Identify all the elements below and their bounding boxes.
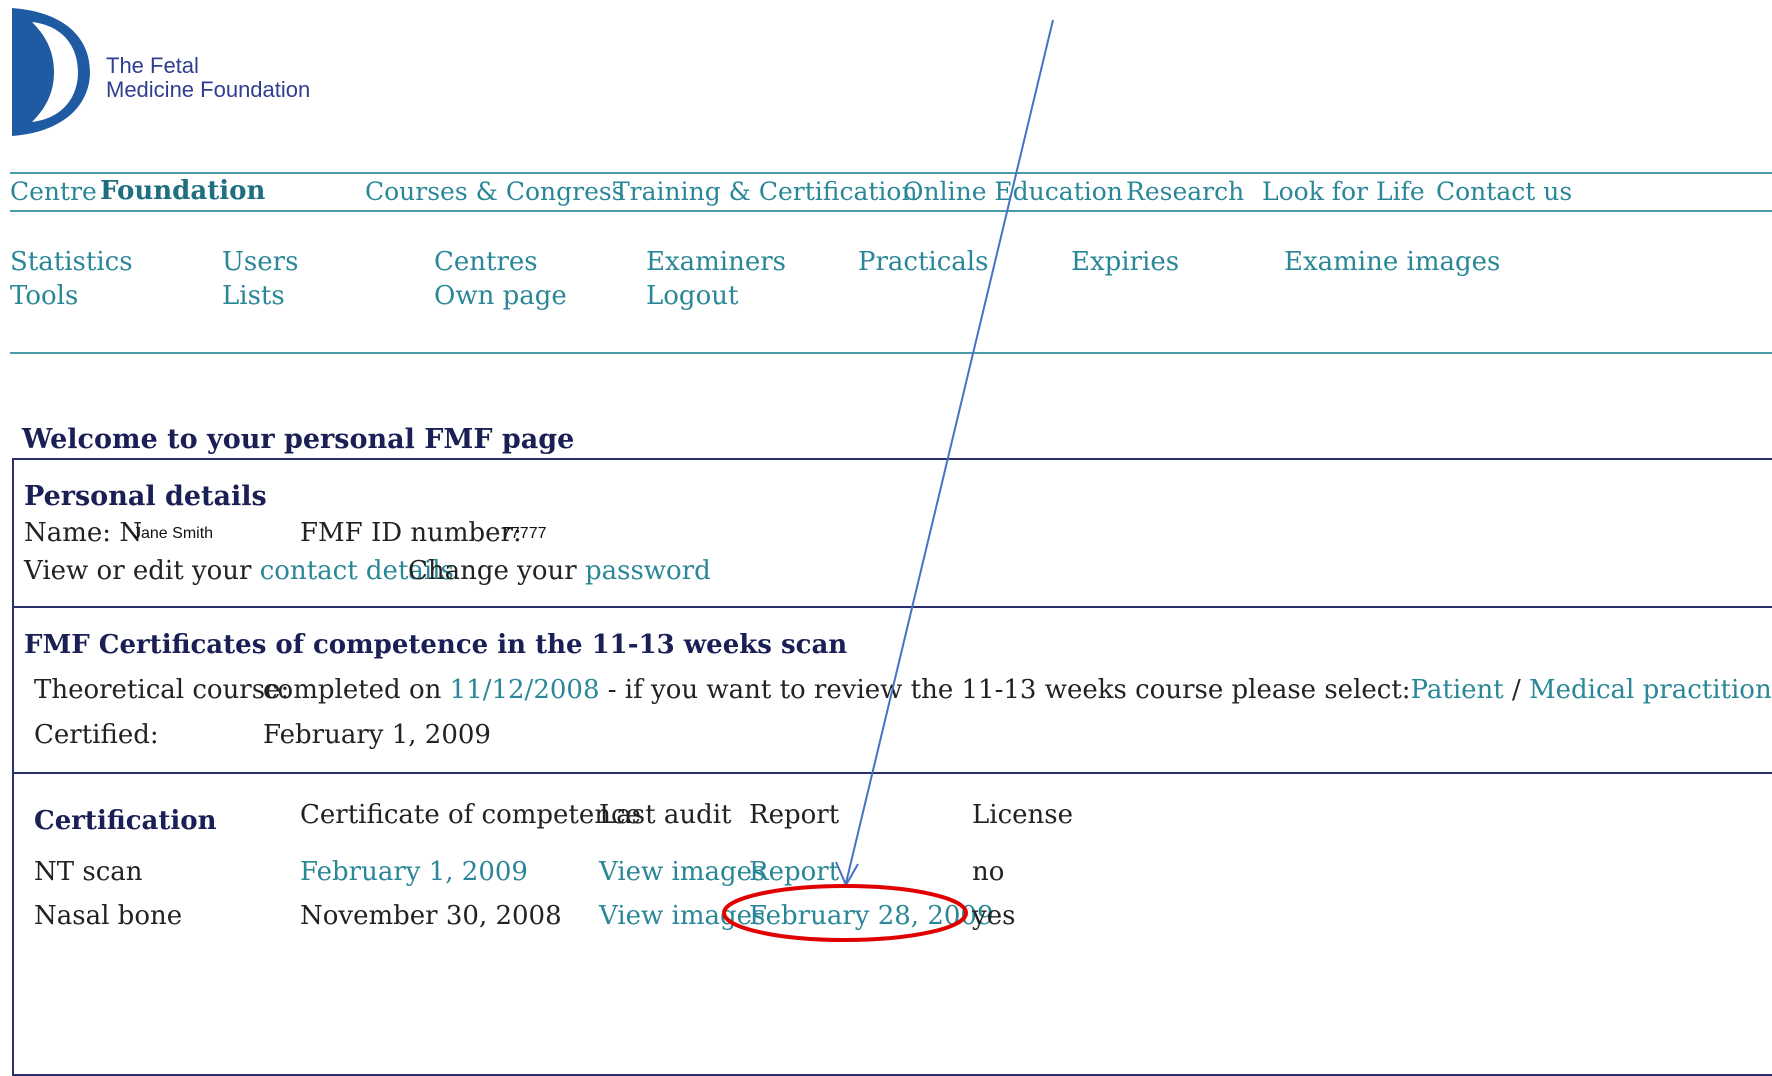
- certified-date: February 1, 2009: [263, 720, 491, 750]
- row-nt-scan-certificate-link[interactable]: February 1, 2009: [300, 857, 528, 887]
- completed-date-link[interactable]: 11/12/2008: [450, 675, 600, 705]
- nav-contact-us[interactable]: Contact us: [1436, 177, 1572, 206]
- personal-details-heading: Personal details: [24, 481, 267, 512]
- certificates-heading: FMF Certificates of competence in the 11…: [24, 630, 848, 660]
- fmf-logo-mark: [12, 8, 90, 136]
- change-text: Change your: [408, 556, 577, 586]
- row-nt-scan-report-link[interactable]: Report: [749, 857, 839, 887]
- subnav-tools[interactable]: Tools: [10, 281, 78, 311]
- view-edit-text: View or edit your: [24, 556, 252, 586]
- subnav-examiners[interactable]: Examiners: [646, 247, 786, 277]
- subnav-statistics[interactable]: Statistics: [10, 247, 133, 277]
- nav-top-rule: [10, 172, 1772, 174]
- nav-bottom-rule: [10, 210, 1772, 212]
- completed-text: completed on: [263, 675, 442, 705]
- row-nt-scan-name: NT scan: [34, 857, 143, 887]
- subnav-centres[interactable]: Centres: [434, 247, 538, 277]
- col-report: Report: [749, 800, 840, 830]
- row-nasal-bone-report-date-link[interactable]: February 28, 2009: [749, 901, 994, 931]
- nav-look-for-life[interactable]: Look for Life: [1262, 177, 1425, 206]
- row-nasal-bone-license: yes: [972, 901, 1016, 931]
- name-label: Name: N: [24, 518, 143, 548]
- review-text: - if you want to review the 11-13 weeks …: [607, 675, 1411, 705]
- col-last-audit: Last audit: [599, 800, 732, 830]
- col-certificate-of-competence: Certificate of competence: [300, 800, 641, 830]
- fmf-id-label: FMF ID number:: [300, 518, 522, 548]
- row-nt-scan-view-images-link[interactable]: View images: [599, 857, 765, 887]
- row-nasal-bone-certificate: November 30, 2008: [300, 901, 562, 931]
- row-nasal-bone-name: Nasal bone: [34, 901, 183, 931]
- change-password-line: Change your password: [408, 556, 711, 586]
- medical-practitioner-link[interactable]: Medical practitioner: [1529, 675, 1772, 705]
- password-link[interactable]: password: [585, 556, 711, 586]
- name-value: Jane Smith: [133, 525, 214, 542]
- fmf-id-value: 77777: [502, 525, 547, 542]
- slash-separator: /: [1511, 675, 1521, 705]
- logo-line-2: Medicine Foundation: [106, 77, 311, 102]
- logo-line-1: The Fetal: [106, 53, 199, 78]
- row-nt-scan-license: no: [972, 857, 1005, 887]
- nav-research[interactable]: Research: [1126, 177, 1244, 206]
- view-edit-line: View or edit your contact details: [24, 556, 454, 586]
- nav-online-education[interactable]: Online Education: [903, 177, 1123, 206]
- subnav-practicals[interactable]: Practicals: [858, 247, 988, 277]
- subnav-expiries[interactable]: Expiries: [1071, 247, 1179, 277]
- subnav-lists[interactable]: Lists: [222, 281, 285, 311]
- certification-heading: Certification: [34, 806, 217, 836]
- nav-centre[interactable]: Centre: [10, 177, 97, 206]
- subnav-users[interactable]: Users: [222, 247, 298, 277]
- nav-foundation[interactable]: Foundation: [100, 176, 265, 206]
- subnav-rule: [10, 352, 1772, 354]
- row-nasal-bone-view-images-link[interactable]: View images: [599, 901, 765, 931]
- nav-training-certification[interactable]: Training & Certification: [613, 177, 918, 206]
- nav-courses-congress[interactable]: Courses & Congress: [365, 177, 625, 206]
- theoretical-line: completed on 11/12/2008 - if you want to…: [263, 675, 1772, 705]
- col-license: License: [972, 800, 1074, 830]
- certified-label: Certified:: [34, 720, 159, 750]
- theoretical-label: Theoretical course:: [34, 675, 290, 705]
- subnav-logout[interactable]: Logout: [646, 281, 738, 311]
- patient-link[interactable]: Patient: [1411, 675, 1504, 705]
- subnav-examine-images[interactable]: Examine images: [1284, 247, 1500, 277]
- logo-text: The Fetal Medicine Foundation: [106, 54, 310, 102]
- subnav-own-page[interactable]: Own page: [434, 281, 567, 311]
- page-title: Welcome to your personal FMF page: [22, 424, 575, 455]
